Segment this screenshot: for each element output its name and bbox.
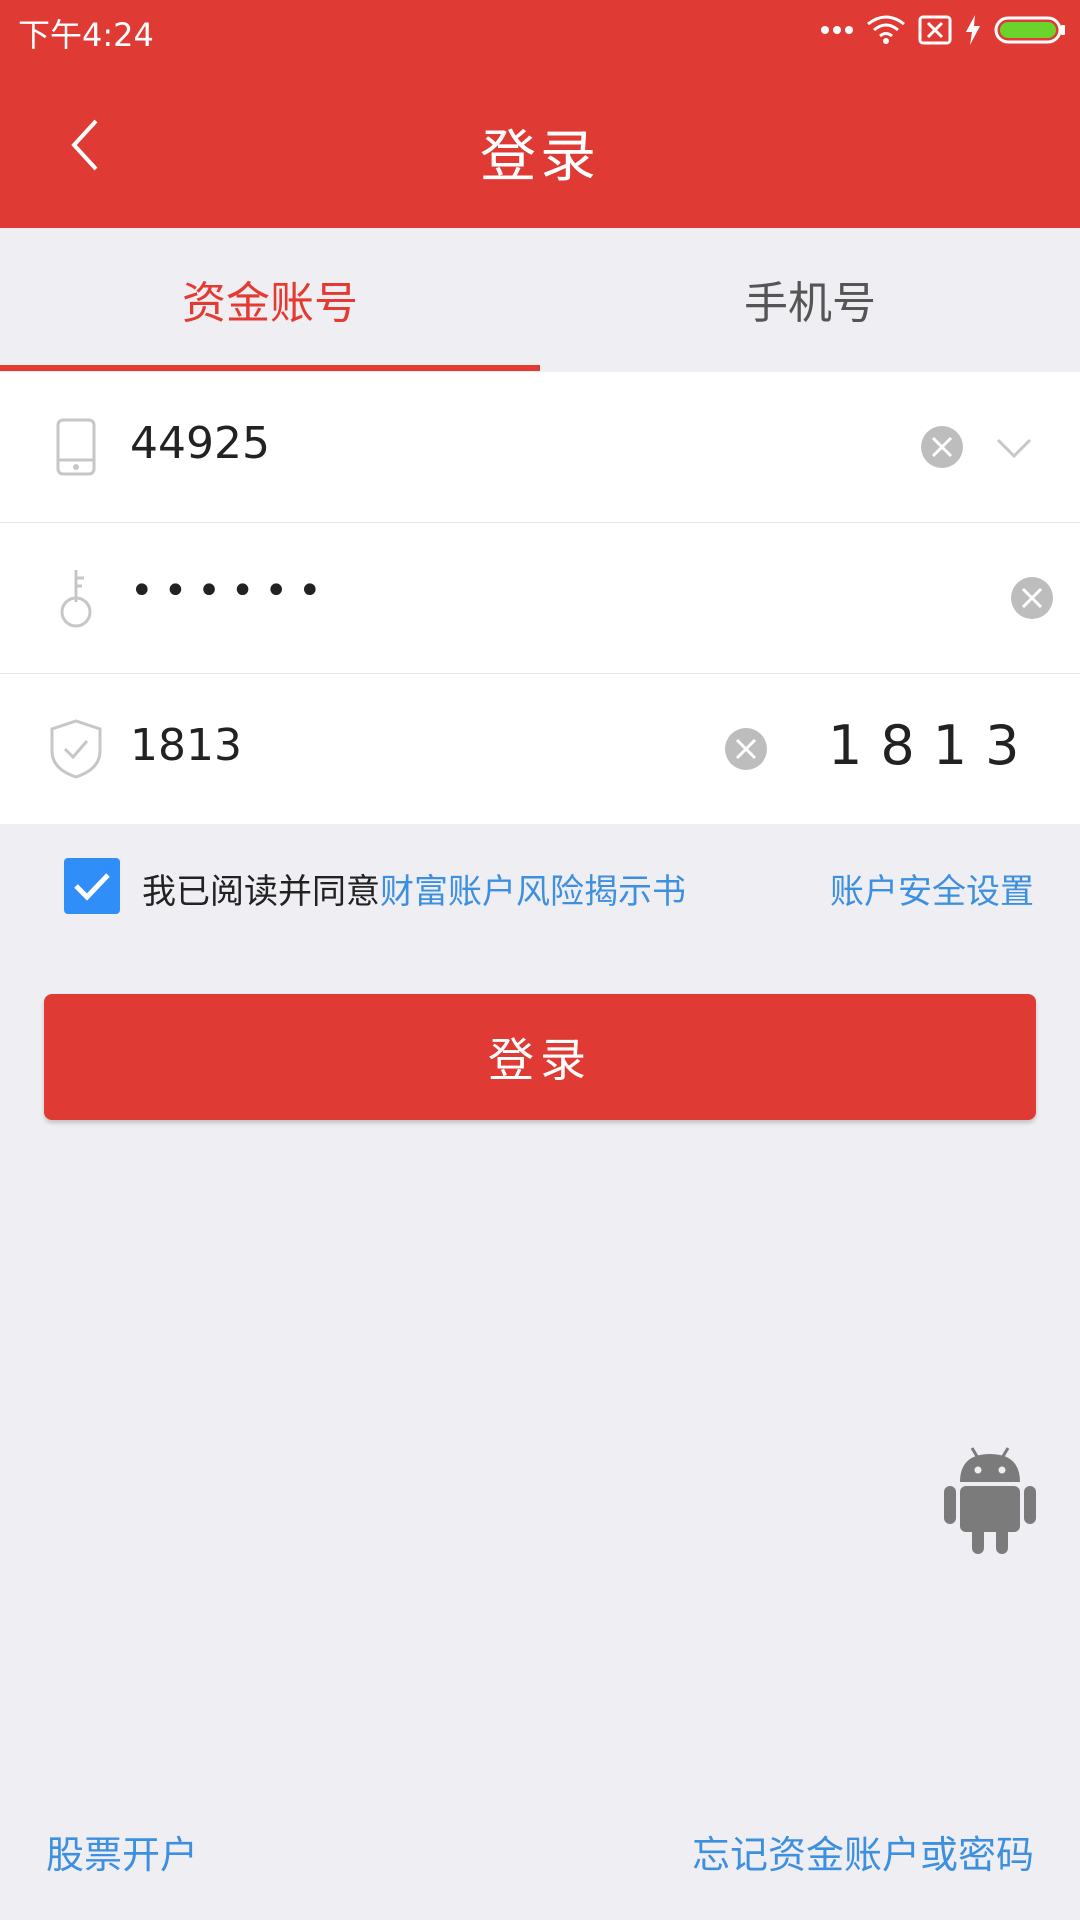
wifi-icon <box>867 15 905 44</box>
clear-account-icon[interactable] <box>920 425 964 469</box>
key-icon <box>48 566 104 630</box>
app-bar: 登录 <box>0 60 1080 228</box>
account-row: 44925 <box>0 372 1080 523</box>
status-icons <box>820 12 1066 48</box>
phone-icon <box>48 415 104 479</box>
agreement-prefix: 我已阅读并同意 <box>142 872 380 912</box>
status-bar: 下午4:24 <box>0 0 1080 60</box>
password-row: •••••• <box>0 523 1080 674</box>
login-form: 44925 •••••• 1813 1813 <box>0 372 1080 824</box>
captcha-input[interactable]: 1813 <box>130 720 242 771</box>
account-security-link[interactable]: 账户安全设置 <box>830 864 1034 913</box>
battery-icon <box>994 16 1065 44</box>
charging-icon <box>966 15 980 45</box>
login-button[interactable]: 登录 <box>44 994 1036 1120</box>
open-stock-account-link[interactable]: 股票开户 <box>46 1824 198 1879</box>
tab-fund-account[interactable]: 资金账号 <box>0 228 540 370</box>
page-title: 登录 <box>480 125 600 190</box>
android-icon[interactable] <box>942 1444 1038 1556</box>
agreement-row: 我已阅读并同意财富账户风险揭示书 账户安全设置 <box>0 850 1080 930</box>
password-input[interactable]: •••••• <box>130 568 332 614</box>
shield-check-icon <box>48 717 104 781</box>
active-tab-indicator <box>0 365 540 371</box>
forgot-password-link[interactable]: 忘记资金账户或密码 <box>692 1824 1034 1879</box>
more-dots-icon <box>821 26 853 34</box>
no-sim-icon <box>918 15 952 45</box>
account-input[interactable]: 44925 <box>130 418 270 469</box>
tab-phone-number[interactable]: 手机号 <box>540 228 1080 370</box>
clear-captcha-icon[interactable] <box>724 727 768 771</box>
captcha-row: 1813 1813 <box>0 674 1080 824</box>
agreement-text: 我已阅读并同意财富账户风险揭示书 <box>142 864 686 913</box>
captcha-code-image[interactable]: 1813 <box>828 714 1037 777</box>
checkmark-icon <box>74 873 110 901</box>
login-tabs: 资金账号 手机号 <box>0 228 1080 371</box>
clear-password-icon[interactable] <box>1010 576 1054 620</box>
chevron-down-icon[interactable] <box>992 428 1036 466</box>
risk-disclosure-link[interactable]: 财富账户风险揭示书 <box>380 872 686 912</box>
status-time: 下午4:24 <box>18 16 154 54</box>
agree-checkbox[interactable] <box>64 858 120 914</box>
